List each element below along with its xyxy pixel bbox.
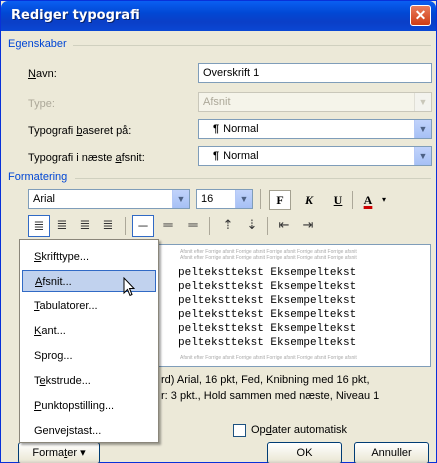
auto-update-checkbox[interactable] <box>233 424 246 437</box>
auto-update-label: Opdater automatisk <box>251 424 348 436</box>
align-center-button[interactable]: ≣ <box>51 215 73 237</box>
color-dropdown-icon[interactable]: ▾ <box>378 190 390 210</box>
name-label: Navn: <box>28 68 57 80</box>
next-style-select[interactable]: ¶ Normal ▼ <box>198 146 432 166</box>
single-spacing-button[interactable]: ─ <box>132 215 154 237</box>
next-style-select-value: Normal <box>223 150 259 162</box>
italic-button[interactable]: K <box>298 190 320 210</box>
preview-following-text: Afsnit efter Forrige afsnit Forrige afsn… <box>180 355 357 361</box>
chevron-down-icon: ▼ <box>414 93 431 111</box>
preview-line: pelteksttekst Eksempeltekst <box>178 267 357 279</box>
bold-button[interactable]: F <box>269 190 291 210</box>
one-half-spacing-button[interactable]: ═ <box>157 215 179 237</box>
preview-previous-text: Afsnit efter Forrige afsnit Forrige afsn… <box>180 255 357 261</box>
preview-line: pelteksttekst Eksempeltekst <box>178 295 357 307</box>
font-size-value: 16 <box>201 193 214 205</box>
format-menu: Skrifttype... Afsnit... Tabulatorer... K… <box>19 239 159 443</box>
formatting-group-label: Formatering <box>8 171 68 183</box>
double-spacing-button[interactable]: ═ <box>182 215 204 237</box>
name-input[interactable]: Overskrift 1 <box>198 63 432 83</box>
menu-item-language[interactable]: Sprog... <box>22 345 156 367</box>
ok-button[interactable]: OK <box>267 442 342 463</box>
toolbar-separator <box>260 189 261 209</box>
edit-style-dialog: Rediger typografi ✕ Egenskaber Navn: Ove… <box>0 0 437 463</box>
menu-item-frame[interactable]: Tekstrude... <box>22 370 156 392</box>
based-on-select[interactable]: ¶ Normal ▼ <box>198 119 432 139</box>
preview-line: pelteksttekst Eksempeltekst <box>178 337 357 349</box>
close-button[interactable]: ✕ <box>410 5 431 26</box>
align-left-button[interactable]: ≣ <box>28 215 50 237</box>
mouse-pointer-icon <box>123 277 135 297</box>
toolbar-separator <box>125 217 126 235</box>
based-on-select-value: Normal <box>223 123 259 135</box>
toolbar-separator <box>352 191 353 209</box>
next-style-label: Typografi i næste afsnit: <box>28 152 145 164</box>
menu-item-shortcut[interactable]: Genvejstast... <box>22 420 156 442</box>
description-line: rd) Arial, 16 pkt, Fed, Knibning med 16 … <box>161 374 370 386</box>
properties-group-line <box>73 45 431 46</box>
format-button[interactable]: Formater ▾ <box>18 442 100 463</box>
align-right-button[interactable]: ≣ <box>74 215 96 237</box>
toolbar-separator <box>267 217 268 235</box>
chevron-down-icon: ▼ <box>172 190 189 208</box>
chevron-down-icon: ▼ <box>414 120 431 138</box>
description-line: r: 3 pkt., Hold sammen med næste, Niveau… <box>161 390 380 402</box>
formatting-group-line <box>75 178 431 179</box>
menu-item-font[interactable]: Skrifttype... <box>22 246 156 268</box>
chevron-down-icon: ▼ <box>414 147 431 165</box>
font-select[interactable]: Arial ▼ <box>28 189 190 209</box>
properties-group-label: Egenskaber <box>8 38 67 50</box>
preview-line: pelteksttekst Eksempeltekst <box>178 309 357 321</box>
decrease-indent-icon[interactable]: ⇤ <box>273 215 295 237</box>
toolbar-separator <box>209 217 210 235</box>
based-on-label: Typografi baseret på: <box>28 125 132 137</box>
font-color-button[interactable]: A <box>358 190 378 210</box>
menu-item-paragraph[interactable]: Afsnit... <box>22 270 156 292</box>
style-description: rd) Arial, 16 pkt, Fed, Knibning med 16 … <box>161 372 433 404</box>
justify-button[interactable]: ≣ <box>97 215 119 237</box>
font-size-select[interactable]: 16 ▼ <box>196 189 253 209</box>
space-before-icon[interactable]: ⇡ <box>217 215 239 237</box>
dialog-title: Rediger typografi <box>11 8 140 23</box>
menu-item-numbering[interactable]: Punktopstilling... <box>22 395 156 417</box>
underline-button[interactable]: U <box>327 190 349 210</box>
chevron-down-icon: ▼ <box>235 190 252 208</box>
pilcrow-icon: ¶ <box>213 150 220 162</box>
type-label: Type: <box>28 98 55 110</box>
cancel-button[interactable]: Annuller <box>354 442 429 463</box>
preview-line: pelteksttekst Eksempeltekst <box>178 323 357 335</box>
type-select[interactable]: Afsnit ▼ <box>198 92 432 112</box>
preview-line: pelteksttekst Eksempeltekst <box>178 281 357 293</box>
space-after-icon[interactable]: ⇣ <box>241 215 263 237</box>
menu-item-border[interactable]: Kant... <box>22 320 156 342</box>
pilcrow-icon: ¶ <box>213 123 220 135</box>
title-bar[interactable]: Rediger typografi ✕ <box>1 1 436 31</box>
increase-indent-icon[interactable]: ⇥ <box>297 215 319 237</box>
type-select-value: Afsnit <box>203 96 231 108</box>
menu-item-tabs[interactable]: Tabulatorer... <box>22 295 156 317</box>
font-select-value: Arial <box>33 193 56 205</box>
